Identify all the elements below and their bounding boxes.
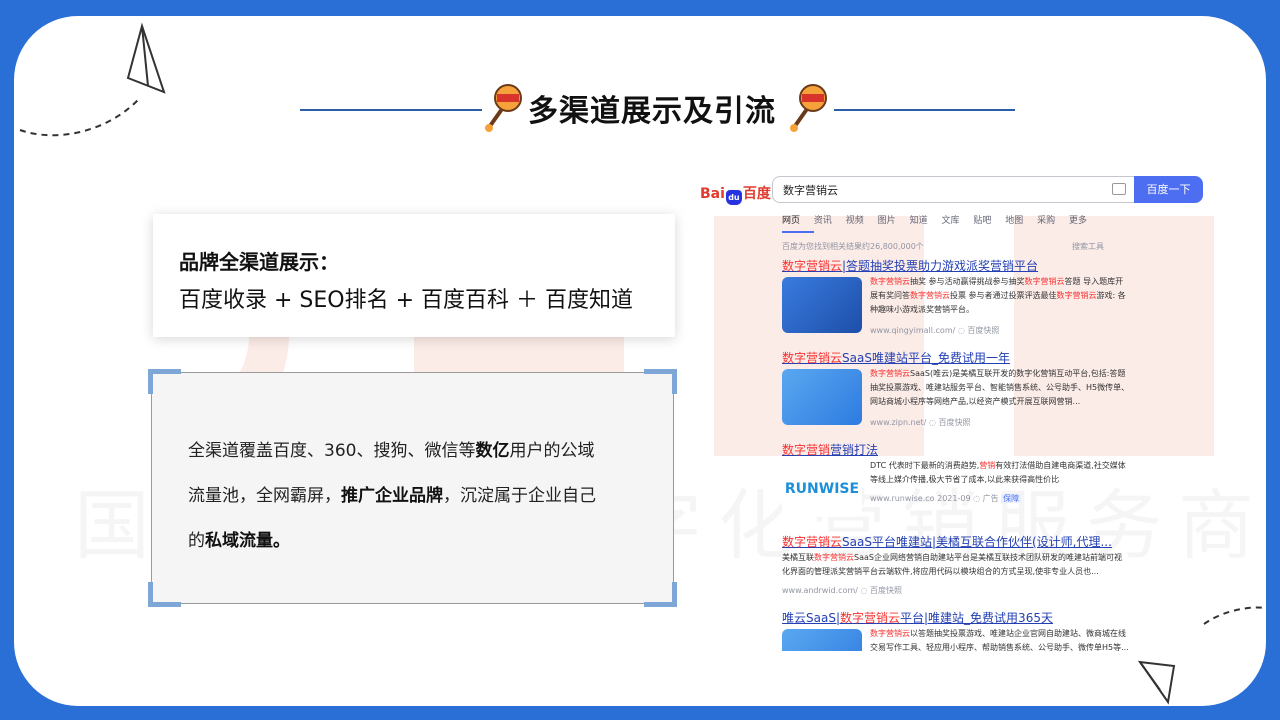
result-title[interactable]: 唯云SaaS|数字营销云平台|唯建站_免费试用365天	[782, 609, 1142, 626]
search-result: 数字营销云SaaS唯建站平台_免费试用一年 数字营销云SaaS(唯云)是美橘互联…	[782, 349, 1142, 427]
search-result: 数字营销云SaaS平台唯建站|美橘互联合作伙伴(设计师,代理... 美橘互联数字…	[782, 533, 1142, 595]
result-abstract: 数字营销云以答题抽奖投票游戏、唯建站企业官网自助建站、微商城在线交易写作工具、轻…	[870, 629, 1129, 651]
search-result: 数字营销云|答题抽奖投票助力游戏派奖营销平台 数字营销云抽奖 参与活动赢得挑战参…	[782, 257, 1142, 335]
camera-icon[interactable]	[1112, 183, 1126, 195]
result-thumbnail	[782, 629, 862, 651]
tab-wenku[interactable]: 文库	[941, 216, 959, 226]
paper-plane-icon	[19, 22, 166, 137]
tab-more[interactable]: 更多	[1069, 216, 1087, 226]
search-result: 数字营销营销打法 RUNWISE DTC 代表时下最新的消费趋势,营销有效打法借…	[782, 441, 1142, 517]
corner-bracket	[148, 369, 181, 394]
guarantee-badge: 保障	[1001, 494, 1022, 503]
tab-news[interactable]: 资讯	[814, 216, 832, 226]
tab-tieba[interactable]: 贴吧	[973, 216, 991, 226]
brand-channels-card: 品牌全渠道展示： 百度收录 + SEO排名 + 百度百科 ＋ 百度知道	[153, 214, 675, 337]
tab-web[interactable]: 网页	[782, 216, 800, 226]
brand-card-heading: 品牌全渠道展示：	[179, 250, 339, 274]
result-abstract: DTC 代表时下最新的消费趋势,营销有效打法借助自建电商渠道,社交媒体等线上媒介…	[870, 461, 1126, 484]
search-tabs: 网页 资讯 视频 图片 知道 文库 贴吧 地图 采购 更多	[782, 213, 1098, 229]
search-input[interactable]: 数字营销云	[772, 176, 1134, 203]
result-url: www.zipn.net/ ◌ 百度快照	[870, 418, 971, 427]
result-title[interactable]: 数字营销云|答题抽奖投票助力游戏派奖营销平台	[782, 257, 1142, 274]
brand-card-channels: 百度收录 + SEO排名 + 百度百科 ＋ 百度知道	[179, 288, 634, 313]
result-abstract: 美橘互联数字营销云SaaS企业网络营销自助建站平台是美橘互联技术团队研发的唯建站…	[782, 553, 1122, 576]
search-button[interactable]: 百度一下	[1134, 176, 1203, 203]
rattle-icon	[790, 84, 827, 132]
corner-bracket	[644, 369, 677, 394]
baidu-paw-icon: du	[725, 190, 742, 205]
search-result: 唯云SaaS|数字营销云平台|唯建站_免费试用365天 数字营销云以答题抽奖投票…	[782, 609, 1142, 651]
tab-video[interactable]: 视频	[846, 216, 864, 226]
result-title[interactable]: 数字营销营销打法	[782, 441, 1142, 458]
result-url: www.andrwid.com/ ◌ 百度快照	[782, 586, 903, 595]
result-title[interactable]: 数字营销云SaaS唯建站平台_免费试用一年	[782, 349, 1142, 366]
result-thumbnail	[782, 277, 862, 333]
title-rule-right	[834, 109, 1015, 111]
tab-purchase[interactable]: 采购	[1037, 216, 1055, 226]
description-box: 全渠道覆盖百度、360、搜狗、微信等数亿用户的公域 流量池，全网霸屏，推广企业品…	[148, 369, 677, 607]
runwise-logo: RUNWISE	[782, 461, 862, 517]
tab-image[interactable]: 图片	[878, 216, 896, 226]
slide-canvas: 国内领先的数字化营销服务商 多渠道展示及引流 品牌全渠道展示： 百度收录 + S…	[14, 16, 1266, 706]
result-abstract: 数字营销云SaaS(唯云)是美橘互联开发的数字化营销互动平台,包括:答题抽奖投票…	[870, 369, 1130, 406]
result-url: www.runwise.co 2021-09 ◌ 广告 保障	[870, 494, 1022, 503]
result-title[interactable]: 数字营销云SaaS平台唯建站|美橘互联合作伙伴(设计师,代理...	[782, 533, 1142, 550]
description-text: 全渠道覆盖百度、360、搜狗、微信等数亿用户的公域 流量池，全网霸屏，推广企业品…	[188, 441, 596, 551]
baidu-search-screenshot: Bai du 百度 数字营销云 百度一下 网页 资讯 视频 图片 知道 文库 贴吧 …	[686, 161, 1206, 651]
tab-zhidao[interactable]: 知道	[910, 216, 928, 226]
corner-bracket	[148, 582, 181, 607]
active-tab-indicator	[782, 231, 814, 233]
result-abstract: 数字营销云抽奖 参与活动赢得挑战参与抽奖数字营销云答题 导入题库开展有奖问答数字…	[870, 277, 1126, 314]
baidu-logo: Bai du 百度	[700, 183, 771, 205]
page-title: 多渠道展示及引流	[528, 94, 776, 129]
corner-bracket	[644, 582, 677, 607]
search-tools-link[interactable]: 搜索工具	[1072, 241, 1104, 252]
title-rule-left	[300, 109, 482, 111]
tab-map[interactable]: 地图	[1005, 216, 1023, 226]
result-url: www.qingyimall.com/ ◌ 百度快照	[870, 326, 1000, 335]
result-count: 百度为您找到相关结果约26,800,000个	[782, 242, 924, 251]
rattle-icon	[485, 84, 522, 132]
result-thumbnail	[782, 369, 862, 425]
